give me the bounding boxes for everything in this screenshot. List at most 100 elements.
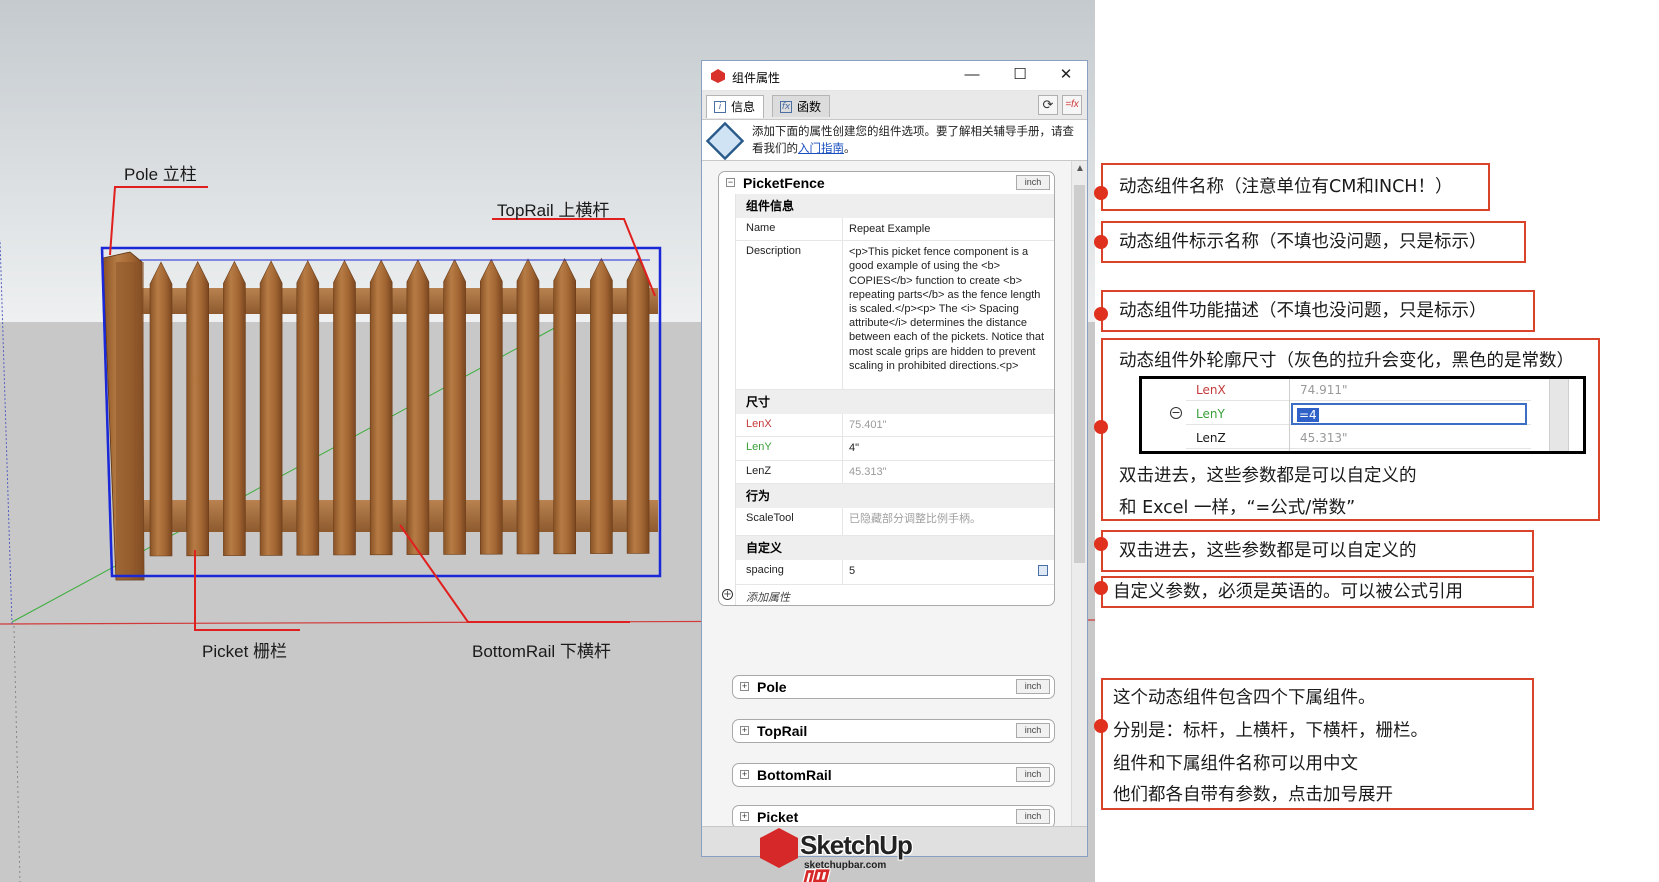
- attr-row-spacing[interactable]: spacing 5: [736, 559, 1054, 585]
- add-attribute-icon[interactable]: +: [722, 588, 733, 600]
- info-icon: i: [714, 101, 726, 113]
- group-picketfence: − PicketFence inch 组件信息 Name Repeat Exam…: [718, 171, 1055, 606]
- picket: [516, 258, 540, 555]
- attr-key: spacing: [746, 563, 784, 576]
- picket: [296, 260, 320, 556]
- attr-row-description[interactable]: Description <p>This picket fence compone…: [736, 241, 1054, 391]
- dimensions-inset: − LenX 74.911" LenY =4 LenZ 45.313": [1139, 376, 1586, 454]
- group-header[interactable]: + TopRail inch: [733, 720, 1054, 742]
- note-display-name: 动态组件标示名称（不填也没问题，只是标示）: [1101, 221, 1526, 263]
- inset-key: LenY: [1196, 407, 1225, 421]
- hint-text: 添加下面的属性创建您的组件选项。要了解相关辅导手册，请查看我们的入门指南。: [752, 123, 1082, 157]
- note-dimensions-line1: 双击进去，这些参数都是可以自定义的: [1119, 466, 1417, 486]
- inset-row-lenx: LenX 74.911": [1186, 379, 1531, 401]
- attr-row-lenz[interactable]: LenZ 45.313": [736, 460, 1054, 484]
- attributes-scroll-area[interactable]: − PicketFence inch 组件信息 Name Repeat Exam…: [702, 161, 1072, 829]
- expand-icon[interactable]: +: [740, 812, 749, 821]
- group-header[interactable]: + Pole inch: [733, 676, 1054, 698]
- inset-key: LenZ: [1196, 431, 1226, 445]
- attr-key: LenZ: [746, 464, 772, 477]
- logo-brand-text: SketchUp: [800, 830, 913, 860]
- group-header[interactable]: − PicketFence inch: [719, 172, 1054, 194]
- expand-icon[interactable]: +: [740, 770, 749, 779]
- note-bullet: [1094, 235, 1108, 249]
- note-behavior: 双击进去，这些参数都是可以自定义的: [1101, 530, 1534, 572]
- pole-side: [116, 262, 144, 580]
- unit-toggle[interactable]: inch: [1016, 767, 1050, 782]
- tab-functions-label: 函数: [797, 100, 822, 114]
- window-titlebar[interactable]: 组件属性 — ☐ ✕: [702, 61, 1087, 91]
- group-header[interactable]: + BottomRail inch: [733, 764, 1054, 786]
- attr-value[interactable]: <p>This picket fence component is a good…: [842, 241, 1054, 390]
- close-button[interactable]: ✕: [1048, 64, 1084, 88]
- note-bullet: [1094, 307, 1108, 321]
- add-attribute-row[interactable]: + 添加属性: [722, 585, 1054, 605]
- subcomponent-name: BottomRail: [757, 767, 832, 783]
- top-rail: [135, 288, 658, 314]
- note-bullet: [1094, 420, 1108, 434]
- collapse-icon[interactable]: −: [726, 178, 735, 187]
- note-bullet: [1094, 719, 1108, 733]
- picket: [369, 259, 393, 556]
- attr-value[interactable]: 4": [842, 437, 1054, 460]
- expand-icon[interactable]: +: [740, 726, 749, 735]
- attr-row-lenx[interactable]: LenX 75.401": [736, 414, 1054, 438]
- inset-column-separator: [1289, 379, 1290, 451]
- scroll-up-icon[interactable]: ▲: [1073, 163, 1087, 177]
- attr-row-name[interactable]: Name Repeat Example: [736, 218, 1054, 242]
- inset-value: 74.911": [1300, 383, 1348, 397]
- scroll-thumb[interactable]: [1074, 185, 1085, 563]
- getting-started-link[interactable]: 入门指南: [798, 141, 844, 155]
- component-attributes-window[interactable]: 组件属性 — ☐ ✕ i 信息 fx 函数 ⟳ =fx 添加下面的属性创建您的组…: [701, 60, 1088, 857]
- logo-site: sketchupbar.com: [804, 860, 887, 871]
- collapse-icon: −: [1170, 406, 1182, 419]
- group-toprail[interactable]: + TopRail inch: [732, 719, 1055, 743]
- component-cube-icon: [705, 121, 745, 161]
- attr-value[interactable]: 已隐藏部分调整比例手柄。: [842, 507, 1054, 535]
- picket: [149, 261, 173, 557]
- attr-value[interactable]: 5: [842, 559, 1054, 584]
- picket: [626, 257, 650, 554]
- tab-info-label: 信息: [731, 100, 756, 114]
- note-subcomponents-line: 分别是：标杆，上横杆，下横杆，栅栏。: [1113, 721, 1428, 741]
- attr-value[interactable]: 75.401": [842, 414, 1054, 437]
- maximize-button[interactable]: ☐: [1002, 64, 1038, 88]
- inset-scrollbar: [1549, 379, 1569, 451]
- toprail-label: TopRail 上横杆: [497, 201, 610, 220]
- attr-key: LenX: [746, 418, 772, 431]
- picket: [406, 259, 430, 555]
- tab-functions[interactable]: fx 函数: [772, 95, 831, 117]
- group-pole[interactable]: + Pole inch: [732, 675, 1055, 699]
- group-header[interactable]: + Picket inch: [733, 806, 1054, 828]
- vertical-scrollbar[interactable]: ▲: [1071, 161, 1087, 826]
- attr-row-scaletool[interactable]: ScaleTool 已隐藏部分调整比例手柄。: [736, 507, 1054, 536]
- subcomponent-name: TopRail: [757, 723, 808, 739]
- note-description: 动态组件功能描述（不填也没问题，只是标示）: [1101, 290, 1535, 332]
- attr-key: LenY: [746, 441, 772, 454]
- note-subcomponents: 这个动态组件包含四个下属组件。 分别是：标杆，上横杆，下横杆，栅栏。 组件和下属…: [1101, 678, 1534, 810]
- note-subcomponents-line: 他们都各自带有参数，点击加号展开: [1113, 785, 1393, 805]
- unit-toggle[interactable]: inch: [1016, 679, 1050, 694]
- attr-value[interactable]: Repeat Example: [842, 218, 1054, 241]
- attr-key: Description: [746, 245, 802, 258]
- unit-toggle[interactable]: inch: [1016, 809, 1050, 824]
- add-attribute-label: 添加属性: [746, 590, 790, 604]
- inset-value: 45.313": [1300, 431, 1348, 445]
- calculator-icon[interactable]: [1038, 564, 1048, 576]
- window-title: 组件属性: [732, 71, 781, 85]
- minimize-button[interactable]: —: [954, 64, 990, 88]
- group-bottomrail[interactable]: + BottomRail inch: [732, 763, 1055, 787]
- expand-icon[interactable]: +: [740, 682, 749, 691]
- section-behavior: 行为: [736, 483, 1054, 508]
- picket-label: Picket 栅栏: [202, 642, 288, 661]
- note-bullet: [1094, 581, 1108, 595]
- refresh-icon[interactable]: ⟳: [1038, 95, 1058, 115]
- fx-icon[interactable]: =fx: [1062, 95, 1082, 115]
- attr-row-leny[interactable]: LenY 4": [736, 437, 1054, 461]
- picket: [223, 260, 246, 556]
- tab-info[interactable]: i 信息: [706, 95, 765, 118]
- unit-toggle[interactable]: inch: [1016, 723, 1050, 738]
- note-dimensions-line2: 和 Excel 一样，“=公式/常数”: [1119, 498, 1356, 518]
- unit-toggle[interactable]: inch: [1016, 175, 1050, 190]
- attr-value[interactable]: 45.313": [842, 460, 1054, 483]
